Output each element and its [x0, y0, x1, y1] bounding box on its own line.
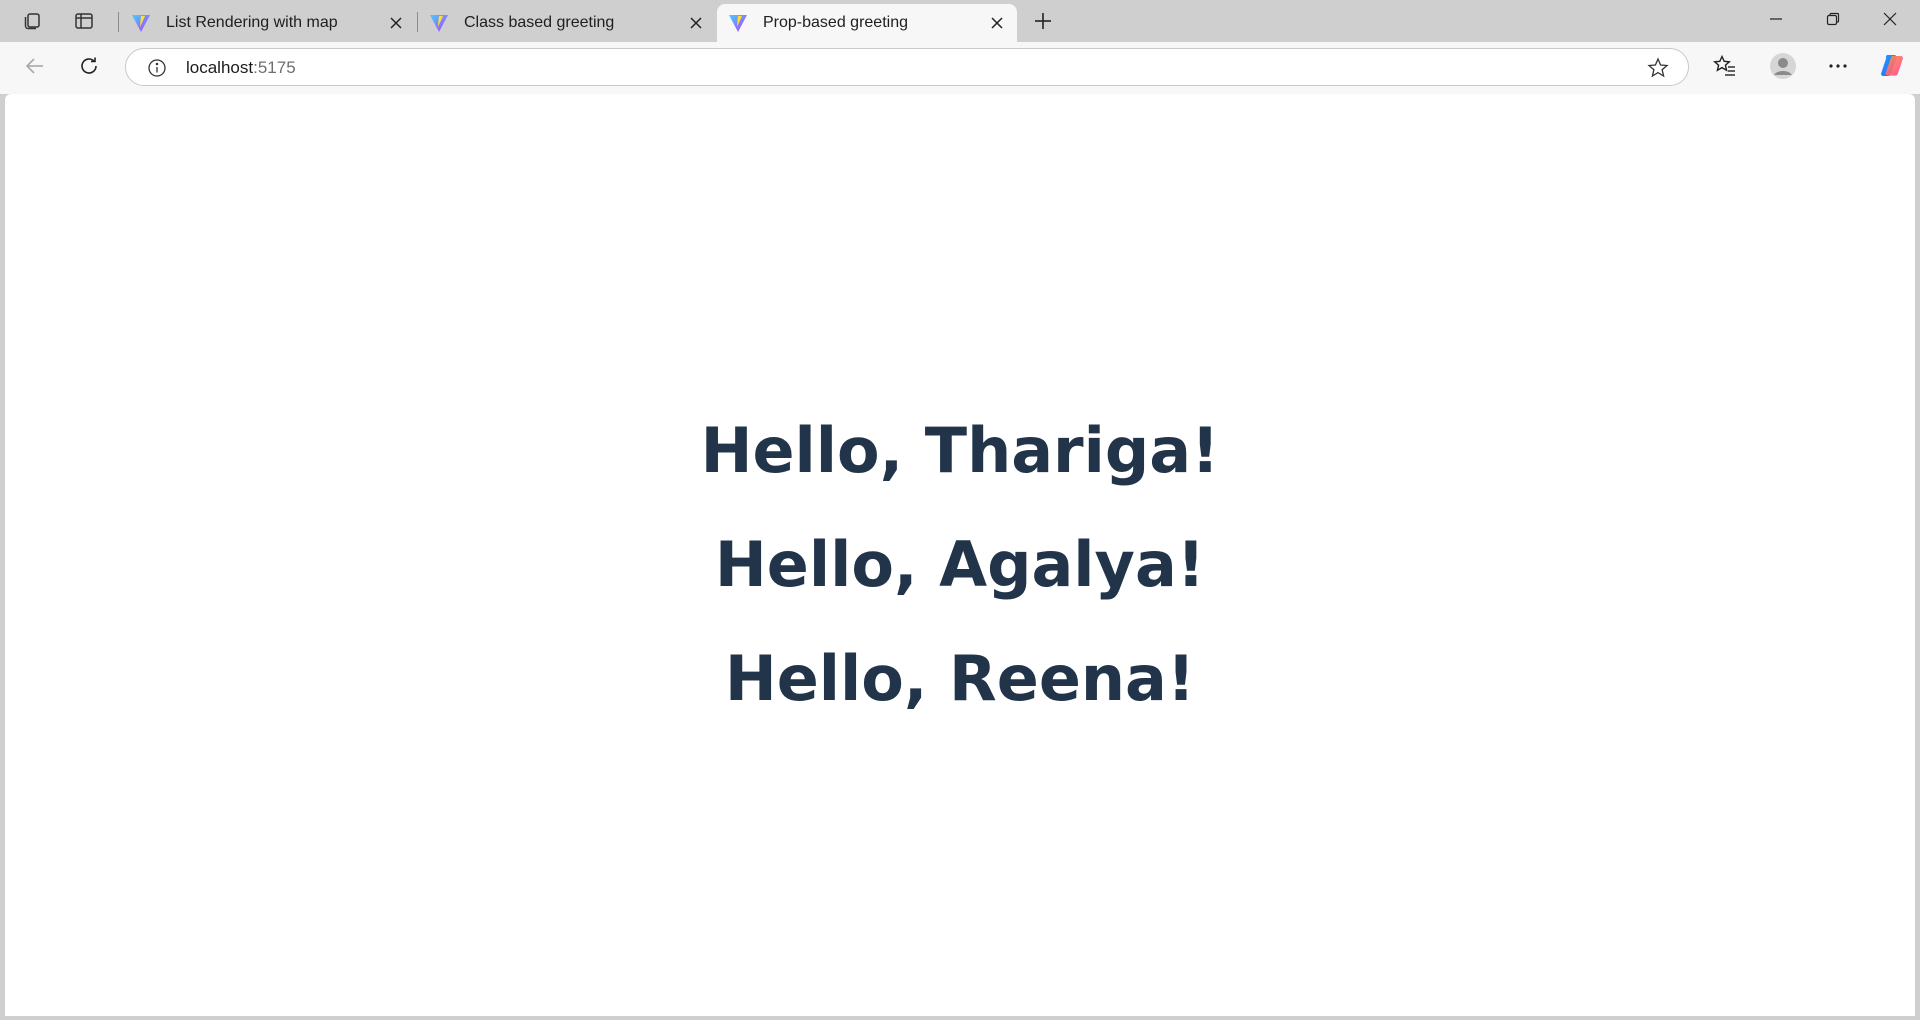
close-window-icon	[1883, 12, 1897, 31]
tab-title: List Rendering with map	[166, 14, 338, 31]
address-bar[interactable]: localhost:5175	[125, 48, 1689, 86]
greeting-heading: Hello, Thariga!	[700, 414, 1220, 487]
minimize-icon	[1769, 12, 1783, 31]
vertical-tabs-icon	[73, 10, 95, 32]
tab-close-button[interactable]	[985, 11, 1009, 35]
tab-separator	[118, 12, 119, 32]
url-text[interactable]: localhost:5175	[186, 58, 296, 78]
restore-icon	[1826, 12, 1840, 31]
url-port: :5175	[253, 58, 296, 77]
url-host: localhost	[186, 58, 254, 77]
vite-logo-icon	[130, 12, 152, 34]
browser-toolbar: localhost:5175	[0, 42, 1920, 94]
refresh-button[interactable]	[71, 50, 107, 86]
plus-icon	[1033, 11, 1053, 31]
more-button[interactable]	[1820, 50, 1856, 86]
new-tab-button[interactable]	[1025, 5, 1061, 37]
favorites-icon	[1713, 54, 1737, 83]
refresh-icon	[78, 55, 100, 82]
info-icon[interactable]	[146, 57, 168, 79]
star-icon[interactable]	[1646, 56, 1670, 80]
tab-title: Prop-based greeting	[763, 14, 908, 31]
page-viewport: Hello, Thariga! Hello, Agalya! Hello, Re…	[5, 94, 1915, 1016]
more-icon	[1827, 55, 1849, 82]
vertical-tabs-button[interactable]	[66, 5, 102, 37]
favorites-button[interactable]	[1707, 50, 1743, 86]
tab-close-button[interactable]	[384, 11, 408, 35]
tab-prop-based-greeting[interactable]: Prop-based greeting	[717, 4, 1017, 42]
back-button[interactable]	[17, 50, 53, 86]
workspaces-icon	[21, 10, 43, 32]
tab-title: Class based greeting	[464, 14, 615, 31]
restore-button[interactable]	[1805, 0, 1861, 42]
vite-logo-icon	[727, 12, 749, 34]
greeting-heading: Hello, Agalya!	[714, 528, 1206, 601]
minimize-button[interactable]	[1748, 0, 1804, 42]
back-arrow-icon	[24, 55, 46, 82]
greeting-list: Hello, Thariga! Hello, Agalya! Hello, Re…	[5, 394, 1915, 736]
tab-close-button[interactable]	[684, 11, 708, 35]
workspaces-button[interactable]	[14, 5, 50, 37]
tab-class-based-greeting[interactable]: Class based greeting	[418, 4, 716, 42]
profile-button[interactable]	[1765, 50, 1801, 86]
profile-icon	[1769, 52, 1797, 85]
copilot-icon	[1878, 52, 1906, 85]
copilot-button[interactable]	[1874, 50, 1910, 86]
browser-window: List Rendering with map Class based gree…	[0, 0, 1920, 1020]
tab-strip: List Rendering with map Class based gree…	[0, 0, 1920, 42]
greeting-heading: Hello, Reena!	[724, 642, 1196, 715]
close-window-button[interactable]	[1862, 0, 1918, 42]
tab-list-rendering[interactable]: List Rendering with map	[120, 4, 416, 42]
vite-logo-icon	[428, 12, 450, 34]
